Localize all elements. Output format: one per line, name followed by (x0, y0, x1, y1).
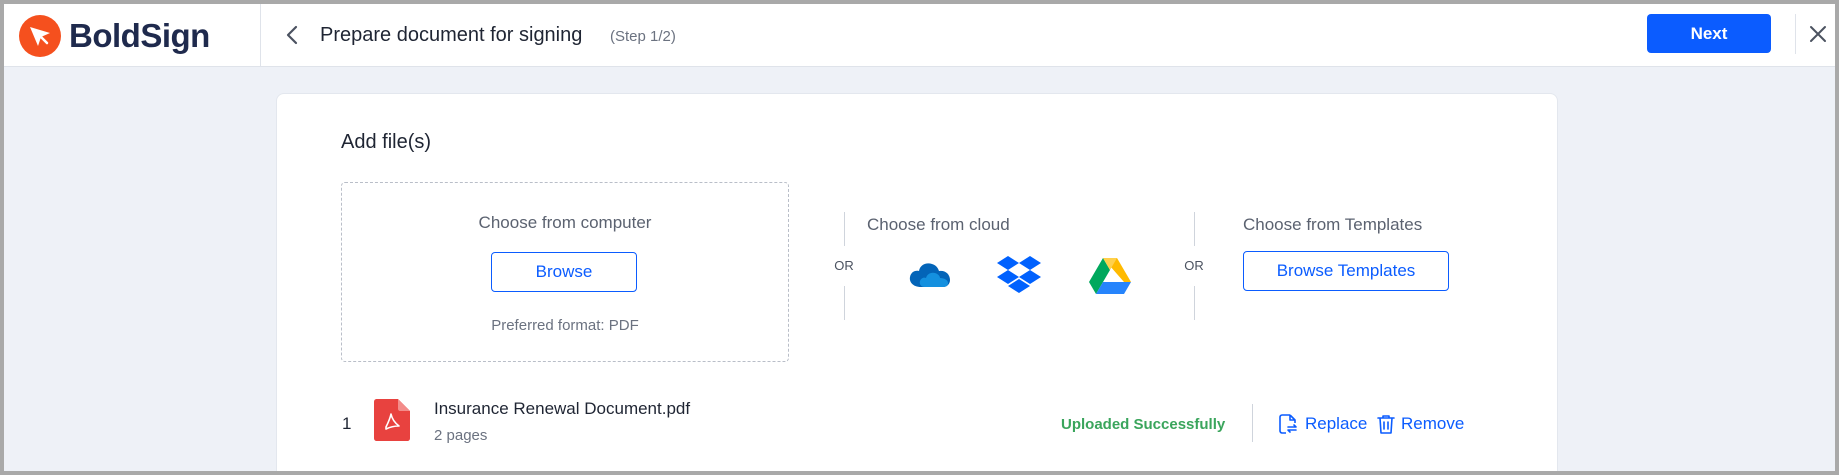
onedrive-icon (909, 263, 950, 287)
remove-button[interactable]: Remove (1377, 410, 1464, 438)
dropbox-button[interactable] (997, 254, 1041, 299)
or-separator-line (1194, 212, 1195, 246)
app-window: BoldSign Prepare document for signing (S… (4, 4, 1835, 471)
choose-computer-label: Choose from computer (478, 213, 652, 232)
close-icon (1810, 26, 1826, 42)
back-button[interactable] (280, 22, 304, 48)
trash-icon (1377, 415, 1395, 434)
brand-name: BoldSign (69, 17, 210, 54)
file-drop-zone[interactable]: Choose from computer Browse Preferred fo… (341, 182, 789, 362)
onedrive-button[interactable] (907, 259, 953, 294)
step-indicator: (Step 1/2) (610, 28, 676, 45)
boldsign-logo-icon (19, 15, 61, 57)
file-row-divider (1252, 404, 1253, 442)
or-separator-line (1194, 286, 1195, 320)
or-label: OR (1184, 258, 1204, 273)
header-divider-right (1795, 14, 1796, 54)
file-index: 1 (342, 414, 352, 433)
preferred-format-hint: Preferred format: PDF (491, 317, 639, 334)
remove-label: Remove (1401, 414, 1465, 433)
page-title: Prepare document for signing (320, 24, 583, 46)
browse-button[interactable]: Browse (491, 252, 637, 292)
choose-cloud-label: Choose from cloud (867, 215, 1010, 234)
top-header: BoldSign Prepare document for signing (S… (4, 4, 1835, 67)
replace-button[interactable]: Replace (1277, 410, 1367, 438)
google-drive-button[interactable] (1089, 256, 1131, 299)
section-title: Add file(s) (341, 131, 432, 153)
next-button[interactable]: Next (1647, 14, 1771, 53)
close-button[interactable] (1807, 23, 1829, 45)
file-page-count: 2 pages (434, 427, 488, 444)
file-name: Insurance Renewal Document.pdf (434, 399, 691, 418)
chevron-left-icon (286, 25, 298, 45)
browse-templates-button[interactable]: Browse Templates (1243, 251, 1449, 291)
or-separator-line (844, 212, 845, 246)
boldsign-logo: BoldSign (19, 15, 229, 57)
upload-status: Uploaded Successfully (1061, 416, 1226, 433)
or-label: OR (834, 258, 854, 273)
replace-file-icon (1279, 414, 1297, 434)
dropbox-icon (997, 256, 1041, 293)
replace-label: Replace (1305, 414, 1368, 433)
add-files-card: Add file(s) Choose from computer Browse … (276, 93, 1558, 471)
google-drive-icon (1089, 258, 1131, 294)
pdf-file-icon (374, 399, 410, 441)
choose-templates-label: Choose from Templates (1243, 215, 1423, 234)
header-divider (260, 4, 261, 67)
or-separator-line (844, 286, 845, 320)
